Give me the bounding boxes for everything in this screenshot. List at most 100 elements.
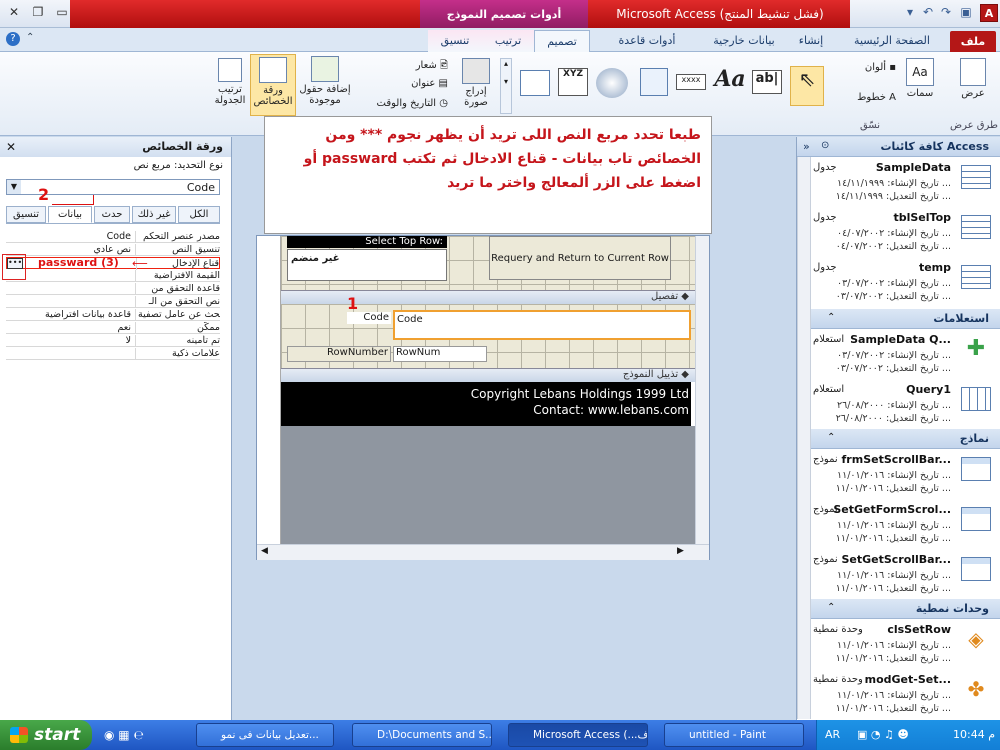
prop-row[interactable]: نعم ممكّن <box>6 322 220 334</box>
task-button[interactable]: تعديل بيانات فى نمو... <box>196 723 334 747</box>
redo-icon[interactable]: ↷ <box>938 5 954 21</box>
prop-value[interactable] <box>6 348 136 360</box>
prop-value[interactable]: لا <box>6 335 136 347</box>
requery-button[interactable]: Requery and Return to Current Row <box>489 236 671 280</box>
option-group-button[interactable]: XYZ <box>558 68 588 96</box>
scroll-right-icon[interactable]: ▶ <box>677 546 684 556</box>
list-item[interactable]: ✚ SampleData Q... استعلام تاريخ الإنشاء:… <box>813 331 997 381</box>
restore-window-button[interactable]: ❐ <box>28 3 48 21</box>
tab-data-props[interactable]: بيانات <box>48 206 92 223</box>
prop-value[interactable]: قاعدة بيانات افتراضية <box>6 309 136 321</box>
prop-row[interactable]: لا تم تأمينه <box>6 335 220 347</box>
prop-row[interactable]: نص عادي تنسيق النص <box>6 244 220 256</box>
task-button[interactable]: untitled - Paint <box>664 723 804 747</box>
scroll-left-icon[interactable]: ◀ <box>261 546 268 556</box>
rownumber-label[interactable]: RowNumber <box>287 346 391 362</box>
quick-launch-icons[interactable]: ◉ ▦ ℮ <box>104 728 144 742</box>
label-control-button[interactable]: Aa <box>712 66 748 92</box>
save-icon[interactable]: ▣ <box>958 5 974 21</box>
tab-all-props[interactable]: الكل <box>178 206 220 223</box>
prop-row[interactable]: نص التحقق من الـ <box>6 296 220 308</box>
undo-icon[interactable]: ↶ <box>920 5 936 21</box>
tab-format-props[interactable]: تنسيق <box>6 206 46 223</box>
prop-row[interactable]: قاعدة التحقق من <box>6 283 220 295</box>
qat-customize-icon[interactable]: ▾ <box>902 5 918 21</box>
list-item[interactable]: frmSetScrollBar... نموذج تاريخ الإنشاء: … <box>813 451 997 501</box>
prop-row[interactable]: القيمة الافتراضية <box>6 270 220 282</box>
prop-row[interactable]: Code مصدر عنصر التحكم <box>6 231 220 243</box>
view-button[interactable]: عرض <box>952 58 994 99</box>
controls-gallery-scroll[interactable]: ▴ ▾ <box>500 58 512 114</box>
title-button[interactable]: عنوان ▤ <box>362 78 448 89</box>
task-button[interactable]: D:\Documents and S... <box>352 723 492 747</box>
task-button-active[interactable]: Microsoft Access (...ف <box>508 723 648 747</box>
property-sheet-icon <box>259 57 287 83</box>
collapse-group-icon[interactable]: ⌃ <box>827 602 835 613</box>
item-created: تاريخ الإنشاء: ١١/٠١/٢٠١٦ ... <box>836 520 951 531</box>
colors-button[interactable]: ألوان ▪ <box>842 62 896 73</box>
footer-section-bar[interactable]: تذييل النموذج ◆ <box>281 368 697 382</box>
prop-value[interactable] <box>6 283 136 295</box>
list-item[interactable]: SampleData جدول تاريخ الإنشاء: ١٤/١١/١٩٩… <box>813 159 997 209</box>
horizontal-scrollbar[interactable]: ◀ ▶ <box>257 544 709 560</box>
tab-control-button[interactable] <box>640 68 668 96</box>
insert-image-button[interactable]: إدراج صورة <box>456 58 496 108</box>
datetime-button[interactable]: التاريخ والوقت ◷ <box>362 98 448 109</box>
close-pane-icon[interactable]: ✕ <box>6 140 16 154</box>
property-sheet-button[interactable]: ورقة الخصائص <box>250 54 296 116</box>
add-existing-fields-button[interactable]: إضافة حقول موجودة <box>298 56 352 106</box>
button-control-button[interactable]: xxxx <box>676 74 706 90</box>
tab-create[interactable]: إنشاء <box>786 30 836 52</box>
tab-database-tools[interactable]: أدوات قاعدة البيانات <box>594 30 700 69</box>
rownum-textbox[interactable]: RowNum <box>393 346 487 362</box>
help-icon[interactable]: ? <box>6 32 20 46</box>
hyperlink-control-button[interactable] <box>596 68 628 98</box>
prop-row[interactable]: علامات ذكية <box>6 348 220 360</box>
tab-other-props[interactable]: غير ذلك <box>132 206 176 223</box>
tray-icons[interactable]: ▣ ◔ ♫ ☻ <box>857 720 909 750</box>
code-textbox[interactable]: Code <box>393 310 691 340</box>
vertical-scrollbar[interactable] <box>695 236 709 544</box>
nav-scrollbar[interactable] <box>797 157 811 719</box>
close-window-button[interactable]: ✕ <box>4 3 24 21</box>
list-item[interactable]: SetGetScrollBar... نموذج تاريخ الإنشاء: … <box>813 551 997 601</box>
minimize-window-button[interactable]: ▭ <box>52 3 72 21</box>
list-item[interactable]: ✤ modGet-Set... وحدة نمطية تاريخ الإنشاء… <box>813 671 997 721</box>
logo-button[interactable]: شعار 🖻 <box>362 58 448 75</box>
language-indicator[interactable]: AR <box>825 720 840 750</box>
tab-arrange[interactable]: ترتيب <box>482 30 534 52</box>
tab-file[interactable]: ملف <box>950 31 996 53</box>
textbox-control-button[interactable]: ab| <box>752 70 782 94</box>
tab-home[interactable]: الصفحة الرئيسية <box>842 30 942 52</box>
prop-value[interactable]: نعم <box>6 322 136 334</box>
select-control-button[interactable]: ⇖ <box>790 66 824 106</box>
tab-event-props[interactable]: حدث <box>94 206 130 223</box>
list-item[interactable]: temp جدول تاريخ الإنشاء: ٠٣/٠٧/٢٠٠٢ ... … <box>813 259 997 309</box>
list-item[interactable]: Query1 استعلام تاريخ الإنشاء: ٢٦/٠٨/٢٠٠٠… <box>813 381 997 431</box>
list-control-button[interactable] <box>520 70 550 96</box>
list-item[interactable]: SetGetFormScrol... نموذج تاريخ الإنشاء: … <box>813 501 997 551</box>
view-label: عرض <box>961 88 985 99</box>
nav-menu-dropdown-icon[interactable]: ⊙ <box>821 140 829 151</box>
collapse-pane-icon[interactable]: » <box>803 140 810 153</box>
minimize-ribbon-icon[interactable]: ⌃ <box>26 32 34 43</box>
clock[interactable]: م 10:44 <box>953 720 995 750</box>
detail-section-bar[interactable]: تفصيل ◆ <box>281 290 697 304</box>
tab-design[interactable]: تصميم <box>534 30 590 52</box>
fonts-button[interactable]: خطوط A <box>842 92 896 103</box>
collapse-group-icon[interactable]: ⌃ <box>827 432 835 443</box>
prop-row[interactable]: قاعدة بيانات افتراضية بحث عن عامل تصفية <box>6 309 220 321</box>
tab-external-data[interactable]: بيانات خارجية <box>704 30 784 52</box>
list-item[interactable]: tblSelTop جدول تاريخ الإنشاء: ٠٤/٠٧/٢٠٠٢… <box>813 209 997 259</box>
list-item[interactable]: ◈ clsSetRow وحدة نمطية تاريخ الإنشاء: ١١… <box>813 621 997 671</box>
themes-button[interactable]: Aa سمات <box>900 58 940 99</box>
tab-format[interactable]: تنسيق <box>428 30 482 52</box>
prop-value[interactable] <box>6 296 136 308</box>
collapse-group-icon[interactable]: ⌃ <box>827 312 835 323</box>
select-top-row-combo[interactable]: غير منضم <box>287 249 447 281</box>
select-top-row-label[interactable]: Select Top Row: <box>287 236 447 248</box>
code-label[interactable]: Code <box>347 312 391 324</box>
item-created: تاريخ الإنشاء: ١١/٠١/٢٠١٦ ... <box>836 640 951 651</box>
prop-value[interactable]: Code <box>6 231 136 243</box>
tab-order-button[interactable]: ترتيب الجدولة <box>210 58 250 106</box>
